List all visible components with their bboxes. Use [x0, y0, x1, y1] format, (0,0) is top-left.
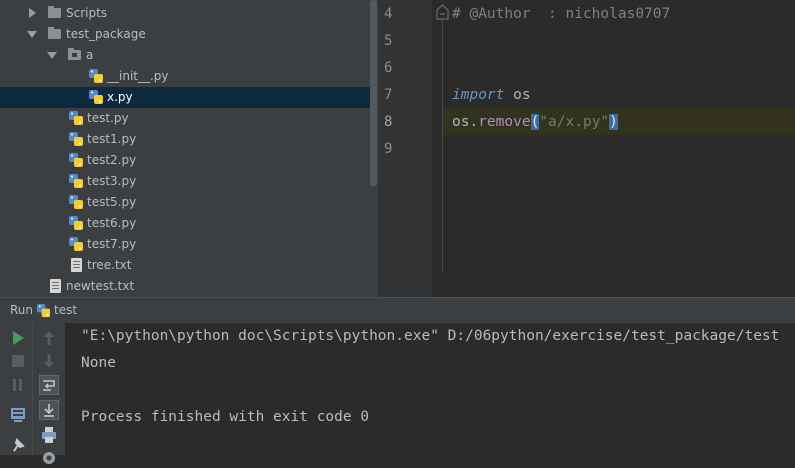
python-file-icon: [69, 237, 83, 251]
pin-icon[interactable]: [8, 435, 28, 455]
tree-item-label: test5.py: [87, 195, 137, 209]
code-line-4: # @Author : nicholas0707: [452, 6, 670, 22]
run-panel-header: Run test: [0, 297, 795, 324]
indent-guide: [442, 20, 443, 272]
tree-item-label: test2.py: [87, 153, 137, 167]
folder-icon: [48, 6, 61, 18]
python-file-icon: [69, 132, 83, 146]
code-paren-close: ): [609, 114, 618, 130]
folder-icon: [48, 27, 61, 39]
tree-item-label: a: [86, 48, 94, 62]
python-file-icon: [89, 90, 103, 104]
package-icon: [68, 48, 81, 60]
python-run-config-icon: [36, 303, 51, 318]
tree-item-label: test3.py: [87, 174, 137, 188]
line-number: 5: [384, 33, 393, 49]
code-line-7: import os: [452, 87, 531, 103]
tree-item-test6-py[interactable]: test6.py: [0, 213, 370, 234]
python-file-icon: [69, 111, 83, 125]
console-line-command: "E:\python\python doc\Scripts\python.exe…: [81, 328, 780, 344]
console-line-exit: Process finished with exit code 0: [81, 409, 370, 425]
run-tab-label[interactable]: Run: [10, 303, 33, 317]
run-icon[interactable]: [8, 328, 28, 348]
tree-item-label: x.py: [107, 90, 133, 104]
collapse-arrow-icon[interactable]: [27, 31, 37, 38]
line-number: 9: [384, 141, 393, 157]
tree-item-test7-py[interactable]: test7.py: [0, 234, 370, 255]
code-function: remove: [478, 114, 531, 130]
code-comment: # @Author : nicholas0707: [452, 6, 671, 22]
code-object: os.: [452, 114, 479, 130]
tree-item-label: test_package: [66, 27, 146, 41]
code-module: os: [504, 87, 531, 103]
tree-item-init-py[interactable]: __init__.py: [0, 66, 370, 87]
tree-item-label: newtest.txt: [66, 279, 135, 293]
tree-item-tree-txt[interactable]: tree.txt: [0, 255, 370, 276]
tree-item-label: tree.txt: [87, 258, 132, 272]
tree-item-label: __init__.py: [107, 69, 169, 83]
stop-icon[interactable]: [8, 351, 28, 371]
collapse-arrow-icon[interactable]: [47, 52, 57, 59]
text-file-icon: [71, 258, 82, 272]
soft-wrap-icon[interactable]: [39, 375, 59, 395]
tree-item-a[interactable]: a: [0, 45, 370, 66]
tree-item-scripts[interactable]: Scripts: [0, 3, 370, 24]
tree-item-test1-py[interactable]: test1.py: [0, 129, 370, 150]
tree-item-label: test.py: [87, 111, 129, 125]
text-file-icon: [50, 279, 61, 293]
settings-icon[interactable]: [39, 448, 59, 468]
run-toolbar-secondary: [32, 323, 65, 464]
line-number: 6: [384, 60, 393, 76]
tree-scrollbar[interactable]: [370, 0, 377, 186]
code-keyword: import: [452, 87, 505, 103]
python-file-icon: [89, 69, 103, 83]
scroll-down-icon[interactable]: [39, 351, 59, 371]
fold-marker-icon[interactable]: [436, 4, 449, 20]
python-file-icon: [69, 153, 83, 167]
run-config-name[interactable]: test: [54, 303, 77, 317]
tree-item-label: test6.py: [87, 216, 137, 230]
tree-item-newtest-txt[interactable]: newtest.txt: [0, 276, 370, 297]
tree-item-x-py[interactable]: x.py: [0, 87, 370, 108]
python-file-icon: [69, 216, 83, 230]
pause-icon[interactable]: [8, 375, 28, 395]
rerun-icon[interactable]: [8, 405, 28, 425]
tree-item-test2-py[interactable]: test2.py: [0, 150, 370, 171]
tree-item-test-py[interactable]: test.py: [0, 108, 370, 129]
tree-item-test5-py[interactable]: test5.py: [0, 192, 370, 213]
python-file-icon: [69, 174, 83, 188]
python-file-icon: [69, 195, 83, 209]
scroll-up-icon[interactable]: [39, 328, 59, 348]
run-toolbar-primary: [0, 323, 32, 455]
tree-item-test3-py[interactable]: test3.py: [0, 171, 370, 192]
tree-item-label: test7.py: [87, 237, 137, 251]
tree-item-label: test1.py: [87, 132, 137, 146]
line-number: 7: [384, 87, 393, 103]
tree-item-test-package[interactable]: test_package: [0, 24, 370, 45]
project-tree: Scripts test_package a __init__.py x.py …: [0, 0, 378, 297]
tree-item-label: Scripts: [66, 6, 108, 20]
line-number: 4: [384, 6, 393, 22]
print-icon[interactable]: [39, 425, 59, 445]
scroll-to-end-icon[interactable]: [39, 400, 59, 420]
code-line-8: os.remove("a/x.py"): [452, 114, 618, 130]
code-string: "a/x.py": [539, 114, 610, 130]
line-number-current: 8: [384, 114, 393, 130]
expand-arrow-icon[interactable]: [29, 8, 36, 18]
console-line-output: None: [81, 355, 116, 371]
code-editor[interactable]: [443, 0, 795, 297]
